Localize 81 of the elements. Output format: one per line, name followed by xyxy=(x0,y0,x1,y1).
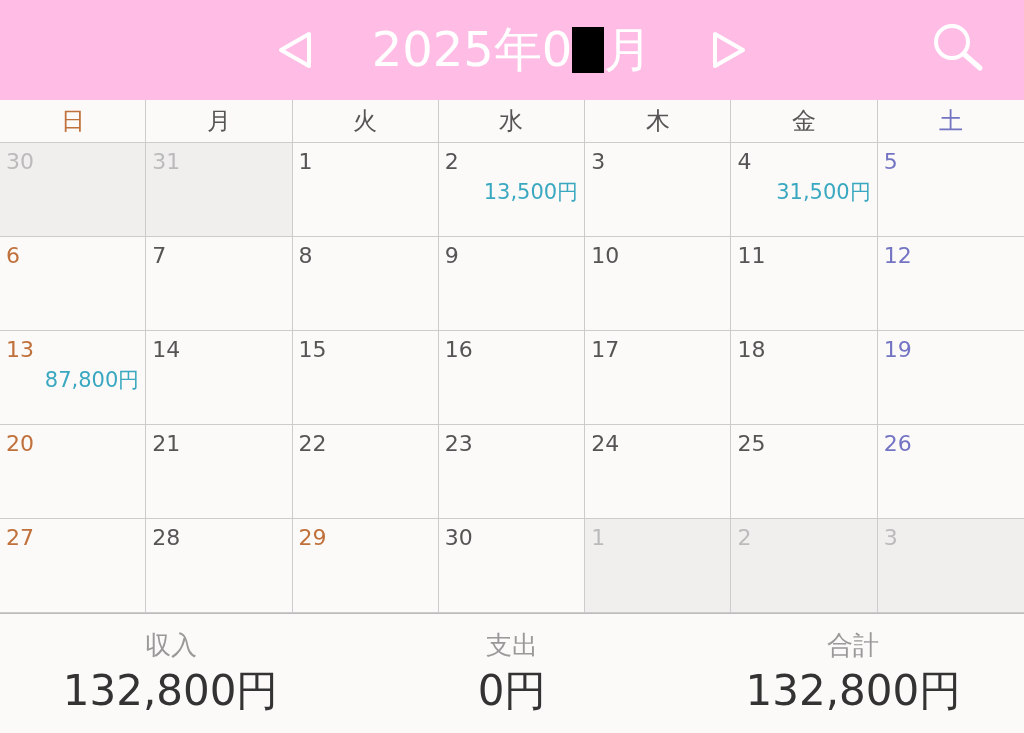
day-cell[interactable]: 10 xyxy=(585,237,732,331)
day-cell[interactable]: 17 xyxy=(585,331,732,425)
day-number: 8 xyxy=(298,243,313,268)
day-cell[interactable]: 30 xyxy=(438,519,586,613)
summary-label: 支出 xyxy=(486,629,538,662)
next-month-button[interactable] xyxy=(712,31,747,69)
weekday-label: 水 xyxy=(438,100,586,142)
day-number: 20 xyxy=(6,431,34,456)
day-number: 5 xyxy=(883,149,898,174)
day-cell[interactable]: 28 xyxy=(146,519,293,613)
income-amount: 13,500円 xyxy=(483,179,579,206)
day-number: 13 xyxy=(6,337,34,362)
day-number: 6 xyxy=(6,243,20,268)
day-cell[interactable]: 20 xyxy=(0,425,147,519)
search-button[interactable] xyxy=(932,22,984,72)
day-cell[interactable]: 2 13,500円 xyxy=(438,143,586,237)
weekday-label: 月 xyxy=(146,100,293,142)
day-cell[interactable]: 21 xyxy=(146,425,293,519)
weekday-label: 日 xyxy=(0,100,147,142)
month-title: 2025年0 xyxy=(371,20,573,79)
day-cell[interactable]: 4 31,500円 xyxy=(731,143,878,237)
day-number: 25 xyxy=(737,431,766,456)
income-amount: 87,800円 xyxy=(44,367,140,394)
weekday-label: 火 xyxy=(292,100,439,142)
day-cell[interactable]: 13 87,800円 xyxy=(0,331,147,425)
previous-month-button[interactable] xyxy=(277,31,312,69)
left-triangle-icon xyxy=(277,31,312,69)
day-number: 18 xyxy=(737,337,766,362)
day-number: 27 xyxy=(6,525,34,550)
search-icon xyxy=(932,22,984,72)
day-cell[interactable]: 3 xyxy=(585,143,732,237)
day-number: 12 xyxy=(883,243,912,268)
day-number: 21 xyxy=(152,431,181,456)
day-number: 11 xyxy=(737,243,766,268)
day-number: 2 xyxy=(444,149,459,174)
day-cell[interactable]: 29 xyxy=(292,519,439,613)
day-cell[interactable]: 27 xyxy=(0,519,147,613)
day-number: 26 xyxy=(883,431,912,456)
day-number: 28 xyxy=(152,525,181,550)
day-number: 4 xyxy=(737,149,752,174)
day-cell[interactable]: 18 xyxy=(731,331,878,425)
day-cell[interactable]: 24 xyxy=(585,425,732,519)
day-cell[interactable]: 6 xyxy=(0,237,147,331)
day-number: 19 xyxy=(883,337,912,362)
weekday-label: 金 xyxy=(731,100,878,142)
month-title-suffix: 月 xyxy=(604,20,653,79)
day-cell[interactable]: 16 xyxy=(438,331,586,425)
day-number: 7 xyxy=(152,243,167,268)
weekday-label: 土 xyxy=(937,106,964,137)
day-number: 22 xyxy=(298,431,327,456)
day-number: 10 xyxy=(591,243,620,268)
day-number: 23 xyxy=(444,431,473,456)
day-cell[interactable]: 25 xyxy=(731,425,878,519)
day-cell[interactable]: 23 xyxy=(438,425,586,519)
day-cell[interactable]: 8 xyxy=(292,237,439,331)
income-amount: 31,500円 xyxy=(776,179,871,206)
day-cell[interactable]: 1 xyxy=(292,143,439,237)
day-number: 15 xyxy=(298,337,327,362)
day-number: 17 xyxy=(591,337,620,362)
day-cell[interactable]: 22 xyxy=(292,425,439,519)
right-triangle-icon xyxy=(712,31,747,69)
day-number: 1 xyxy=(298,149,313,174)
day-cell[interactable]: 9 xyxy=(438,237,586,331)
summary-label: 合計 xyxy=(827,629,880,662)
summary-label: 収入 xyxy=(144,629,197,662)
summary-value: 132,800円 xyxy=(745,665,962,717)
day-cell[interactable]: 14 xyxy=(146,331,293,425)
day-number: 9 xyxy=(444,243,459,268)
redaction-block xyxy=(572,27,605,73)
day-cell[interactable]: 15 xyxy=(292,331,439,425)
summary-value: 132,800円 xyxy=(62,665,279,717)
day-number: 29 xyxy=(298,525,327,550)
summary-value: 0円 xyxy=(477,665,547,717)
day-number: 30 xyxy=(444,525,473,550)
day-number: 14 xyxy=(152,337,181,362)
day-cell[interactable]: 7 xyxy=(146,237,293,331)
day-number: 16 xyxy=(444,337,473,362)
day-number: 24 xyxy=(591,431,620,456)
weekday-label: 木 xyxy=(585,100,732,142)
day-number: 3 xyxy=(591,149,606,174)
day-cell[interactable]: 11 xyxy=(731,237,878,331)
